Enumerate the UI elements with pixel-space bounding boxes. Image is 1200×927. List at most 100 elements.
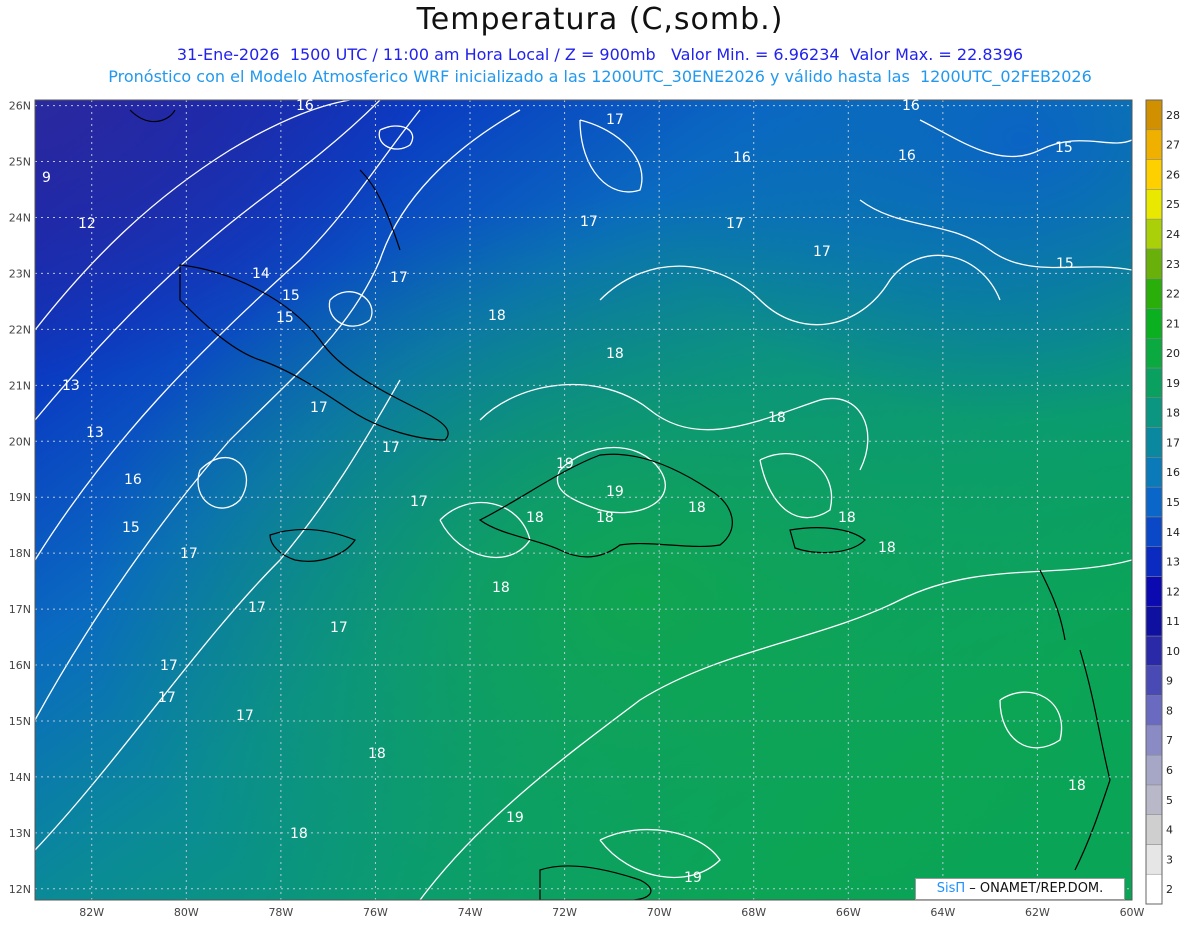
lon-tick-label: 72W [552, 906, 577, 919]
colorbar: 2345678910111213141516171819202122232425… [1145, 99, 1180, 905]
colorbar-label: 8 [1166, 704, 1173, 717]
lat-tick-label: 13N [9, 827, 31, 840]
colorbar-swatch [1145, 814, 1163, 845]
colorbar-label: 4 [1166, 824, 1173, 837]
temperature-map: 9 12 13 13 14 15 15 16 16 16 16 15 15 17 17 17 17 17 17 17 1… [9, 98, 1180, 919]
contour-label: 17 [726, 216, 744, 232]
colorbar-swatch [1145, 337, 1163, 369]
contour-label: 17 [382, 440, 400, 456]
colorbar-label: 25 [1166, 198, 1180, 211]
contour-label: 15 [282, 288, 300, 304]
colorbar-swatch [1145, 159, 1163, 190]
colorbar-label: 13 [1166, 556, 1180, 569]
colorbar-swatch [1145, 248, 1163, 279]
contour-label: 18 [878, 540, 896, 556]
lon-tick-label: 64W [930, 906, 955, 919]
colorbar-label: 5 [1166, 794, 1173, 807]
lat-tick-label: 19N [9, 491, 31, 504]
colorbar-swatch [1145, 725, 1163, 756]
contour-label: 18 [492, 580, 510, 596]
contour-label: 18 [368, 746, 386, 762]
contour-label: 17 [410, 494, 428, 510]
lat-tick-label: 15N [9, 715, 31, 728]
colorbar-swatch [1145, 457, 1163, 488]
contour-label: 15 [1056, 256, 1074, 272]
contour-label: 16 [898, 148, 916, 164]
contour-label: 18 [768, 410, 786, 426]
lat-tick-label: 17N [9, 603, 31, 616]
colorbar-swatch [1145, 605, 1163, 637]
colorbar-swatch [1145, 576, 1163, 607]
contour-label: 17 [310, 400, 328, 416]
lat-tick-label: 22N [9, 323, 31, 336]
latitude-ticks: 12N 13N 14N 15N 16N 17N 18N 19N 20N 21N 22N 23N 24N 2… [9, 100, 31, 896]
contour-label: 17 [580, 214, 598, 230]
colorbar-swatch [1145, 695, 1163, 726]
colorbar-label: 14 [1166, 526, 1180, 539]
colorbar-label: 24 [1166, 228, 1180, 241]
colorbar-swatch [1145, 516, 1163, 547]
contour-label: 18 [688, 500, 706, 516]
colorbar-label: 6 [1166, 764, 1173, 777]
contour-label: 17 [390, 270, 408, 286]
contour-label: 15 [276, 310, 294, 326]
colorbar-label: 15 [1166, 496, 1180, 509]
colorbar-swatch [1145, 367, 1163, 399]
contour-label: 17 [158, 690, 176, 706]
contour-label: 15 [122, 520, 140, 536]
colorbar-swatch [1145, 218, 1163, 250]
contour-label: 17 [330, 620, 348, 636]
colorbar-label: 16 [1166, 466, 1180, 479]
colorbar-swatch [1145, 635, 1163, 667]
colorbar-swatch [1145, 844, 1163, 875]
colorbar-label: 12 [1166, 585, 1180, 598]
contour-label: 18 [1068, 778, 1086, 794]
contour-label: 12 [78, 216, 96, 232]
contour-label: 19 [556, 456, 574, 472]
colorbar-swatch [1145, 99, 1163, 131]
contour-label: 19 [684, 870, 702, 886]
contour-label: 18 [606, 346, 624, 362]
colorbar-label: 18 [1166, 407, 1180, 420]
contour-label: 18 [290, 826, 308, 842]
lat-tick-label: 14N [9, 771, 31, 784]
lat-tick-label: 18N [9, 547, 31, 560]
contour-label: 9 [42, 170, 51, 186]
colorbar-swatch [1145, 546, 1163, 577]
contour-label: 13 [86, 425, 104, 441]
lon-tick-label: 68W [741, 906, 766, 919]
contour-label: 16 [296, 98, 314, 114]
lat-tick-label: 21N [9, 379, 31, 392]
lon-tick-label: 74W [458, 906, 483, 919]
colorbar-label: 19 [1166, 377, 1180, 390]
map-title: Temperatura (C,somb.) [416, 2, 784, 37]
lon-tick-label: 76W [363, 906, 388, 919]
colorbar-label: 20 [1166, 347, 1180, 360]
colorbar-label: 17 [1166, 436, 1180, 449]
colorbar-label: 26 [1166, 168, 1180, 181]
contour-label: 16 [124, 472, 142, 488]
lon-tick-label: 78W [268, 906, 293, 919]
contour-label: 17 [813, 244, 831, 260]
colorbar-label: 21 [1166, 317, 1180, 330]
lon-tick-label: 62W [1025, 906, 1050, 919]
lat-tick-label: 24N [9, 211, 31, 224]
colorbar-swatch [1145, 784, 1163, 815]
colorbar-swatch [1145, 665, 1163, 696]
contour-label: 19 [506, 810, 524, 826]
colorbar-swatch [1145, 427, 1163, 458]
credit-text: – ONAMET/REP.DOM. [965, 881, 1104, 896]
contour-label: 13 [62, 378, 80, 394]
contour-label: 18 [488, 308, 506, 324]
contour-label: 14 [252, 266, 270, 282]
colorbar-swatch [1145, 873, 1163, 905]
colorbar-label: 27 [1166, 139, 1180, 152]
valid-time-subtitle: 31-Ene-2026 1500 UTC / 11:00 am Hora Loc… [176, 45, 1024, 64]
colorbar-label: 28 [1166, 109, 1180, 122]
contour-label: 17 [606, 112, 624, 128]
credit-box: SisΠ – ONAMET/REP.DOM. [915, 878, 1125, 900]
contour-label: 16 [733, 150, 751, 166]
model-run-subtitle: Pronóstico con el Modelo Atmosferico WRF… [108, 67, 1092, 86]
colorbar-label: 7 [1166, 734, 1173, 747]
contour-label: 17 [180, 546, 198, 562]
